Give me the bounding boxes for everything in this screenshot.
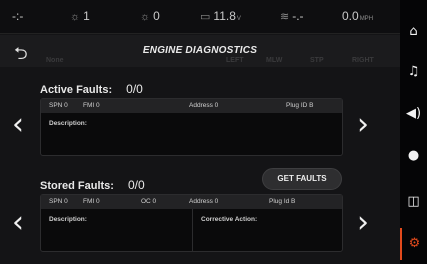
ghost-label: RIGHT xyxy=(352,57,374,64)
stored-faults-count: 0/0 xyxy=(127,178,145,192)
ghost-label: MLW xyxy=(266,57,283,64)
stored-faults-label: Stored Faults: 0/0 xyxy=(40,178,145,192)
fmi-value: FMI 0 xyxy=(83,102,100,109)
page-title: ENGINE DIAGNOSTICS xyxy=(142,45,258,56)
status-speed: 0.0MPH xyxy=(342,9,374,23)
sidebar: ⌂ ♫ ◀) ● ◫ ⚙ xyxy=(400,0,427,264)
divider xyxy=(192,209,193,251)
active-faults-header: SPN 0 FMI 0 Address 0 Plug ID B xyxy=(41,99,342,113)
home-icon[interactable]: ⌂ xyxy=(400,16,427,48)
title-bar: ⮌ None LEFT MLW STP RIGHT ENGINE DIAGNOS… xyxy=(0,35,400,67)
fmi-value: FMI 0 xyxy=(83,198,100,205)
get-faults-button[interactable]: GET FAULTS xyxy=(262,168,342,190)
music-icon[interactable]: ♫ xyxy=(400,56,427,88)
spn-value: SPN 0 xyxy=(49,102,68,109)
bulb-icon: ☼ xyxy=(70,11,81,23)
chevron-left-icon[interactable]: ‹ xyxy=(12,208,24,238)
status-bar: -:- ☼ 1 ☼ 0 ▭ 11.8V ≋ -.- 0.0MPH xyxy=(0,0,400,34)
active-faults-panel: SPN 0 FMI 0 Address 0 Plug ID B Descript… xyxy=(40,98,343,156)
oc-value: OC 0 xyxy=(141,198,157,205)
status-signal: ≋ -.- xyxy=(280,9,304,23)
ghost-label: STP xyxy=(310,57,324,64)
gear-icon[interactable]: ⚙ xyxy=(400,228,427,260)
corrective-action-label: Corrective Action: xyxy=(201,216,258,223)
address-value: Address 0 xyxy=(189,198,219,205)
signal-icon: ≋ xyxy=(280,11,290,23)
stored-faults-header: SPN 0 FMI 0 OC 0 Address 0 Plug Id B xyxy=(41,195,342,209)
address-value: Address 0 xyxy=(189,102,219,109)
description-label: Description: xyxy=(49,216,87,223)
ghost-label: None xyxy=(46,57,64,64)
status-light-two: ☼ 0 xyxy=(140,9,160,23)
light-icon[interactable]: ● xyxy=(400,140,427,172)
active-faults-count: 0/0 xyxy=(126,82,143,96)
battery-icon: ▭ xyxy=(200,11,211,23)
active-faults-label: Active Faults: 0/0 xyxy=(40,82,143,96)
ghost-label: LEFT xyxy=(226,57,244,64)
plug-id-value: Plug ID B xyxy=(286,102,314,109)
toggle-icon[interactable]: ◫ xyxy=(400,186,427,218)
plug-id-value: Plug Id B xyxy=(269,198,296,205)
chevron-right-icon[interactable]: › xyxy=(357,110,369,140)
screen: -:- ☼ 1 ☼ 0 ▭ 11.8V ≋ -.- 0.0MPH ⮌ None LEFT… xyxy=(0,0,400,264)
chevron-left-icon[interactable]: ‹ xyxy=(12,110,24,140)
spn-value: SPN 0 xyxy=(49,198,68,205)
status-light-one: ☼ 1 xyxy=(70,9,90,23)
volume-icon[interactable]: ◀) xyxy=(400,98,427,130)
bulb-icon: ☼ xyxy=(140,11,151,23)
chevron-right-icon[interactable]: › xyxy=(357,208,369,238)
status-battery: ▭ 11.8V xyxy=(200,9,241,23)
description-label: Description: xyxy=(49,120,87,127)
status-time: -:- xyxy=(12,9,24,23)
stored-faults-panel: SPN 0 FMI 0 OC 0 Address 0 Plug Id B Des… xyxy=(40,194,343,252)
